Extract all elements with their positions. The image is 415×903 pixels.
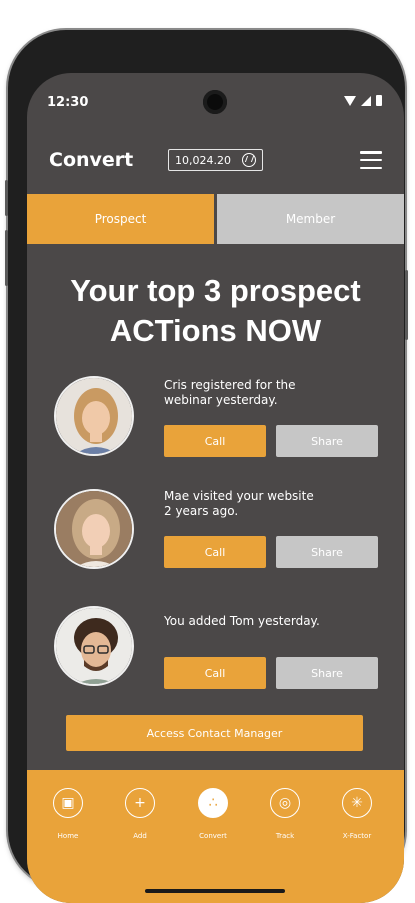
action-line-1: Mae visited your website [164, 489, 314, 503]
avatar [54, 606, 134, 686]
action-line-1: Cris registered for the [164, 378, 296, 392]
camera-icon [203, 90, 227, 114]
share-button[interactable]: Share [276, 425, 378, 457]
bottom-nav: ▣ Home + Add ∴ Convert ◎ Track ✳ X-Facto… [27, 770, 404, 903]
action-item: You added Tom yesterday. Call Share [27, 606, 404, 706]
heading-line-2: ACTions NOW [109, 313, 322, 348]
nav-label: X-Factor [342, 832, 372, 840]
balance-badge[interactable]: 10,024.20 [168, 149, 263, 171]
share-button[interactable]: Share [276, 536, 378, 568]
add-user-icon: + [125, 788, 155, 818]
page-title: Convert [49, 149, 134, 171]
convert-icon: ∴ [198, 788, 228, 818]
phone-frame: 12:30 Convert 10,024.20 Prospect Member … [5, 30, 408, 903]
nav-home[interactable]: ▣ Home [38, 788, 98, 840]
nav-track[interactable]: ◎ Track [255, 788, 315, 840]
heading-line-1: Your top 3 prospect [70, 273, 361, 308]
home-indicator[interactable] [145, 889, 285, 893]
call-button[interactable]: Call [164, 657, 266, 689]
action-line-2: 2 years ago. [164, 504, 239, 518]
app-header: Convert 10,024.20 [27, 145, 404, 185]
nav-label: Add [133, 832, 147, 840]
wifi-icon [344, 95, 356, 106]
xfactor-icon: ✳ [342, 788, 372, 818]
action-item: Mae visited your website 2 years ago. Ca… [27, 489, 404, 589]
gift-icon: ▣ [53, 788, 83, 818]
nav-label: Convert [199, 832, 227, 840]
action-line-1: You added Tom yesterday. [164, 614, 320, 628]
segment-tabs: Prospect Member [27, 194, 404, 244]
tab-member[interactable]: Member [217, 194, 404, 244]
nav-convert[interactable]: ∴ Convert [183, 788, 243, 840]
action-item: Cris registered for the webinar yesterda… [27, 376, 404, 476]
nav-label: Home [57, 832, 79, 840]
volume-down-button [5, 230, 8, 286]
tab-prospect[interactable]: Prospect [27, 194, 214, 244]
nav-label: Track [275, 832, 295, 840]
actions-heading: Your top 3 prospect ACTions NOW [27, 271, 404, 351]
call-button[interactable]: Call [164, 425, 266, 457]
signal-icon [361, 95, 371, 106]
action-line-2: webinar yesterday. [164, 393, 278, 407]
nav-xfactor[interactable]: ✳ X-Factor [327, 788, 387, 840]
status-icons [344, 95, 382, 106]
action-description: Mae visited your website 2 years ago. [164, 489, 364, 519]
power-button [405, 270, 408, 340]
share-button[interactable]: Share [276, 657, 378, 689]
status-time: 12:30 [47, 95, 89, 110]
coin-icon [242, 153, 256, 167]
nav-add[interactable]: + Add [110, 788, 170, 840]
access-contact-manager-button[interactable]: Access Contact Manager [66, 715, 363, 751]
track-icon: ◎ [270, 788, 300, 818]
battery-icon [376, 95, 382, 106]
screen: 12:30 Convert 10,024.20 Prospect Member … [27, 73, 404, 903]
hamburger-menu-icon[interactable] [360, 151, 382, 169]
status-bar: 12:30 [27, 73, 404, 121]
balance-value: 10,024.20 [175, 153, 231, 167]
action-description: Cris registered for the webinar yesterda… [164, 378, 364, 408]
volume-up-button [5, 180, 8, 216]
call-button[interactable]: Call [164, 536, 266, 568]
action-description: You added Tom yesterday. [164, 614, 364, 629]
avatar [54, 376, 134, 456]
avatar [54, 489, 134, 569]
